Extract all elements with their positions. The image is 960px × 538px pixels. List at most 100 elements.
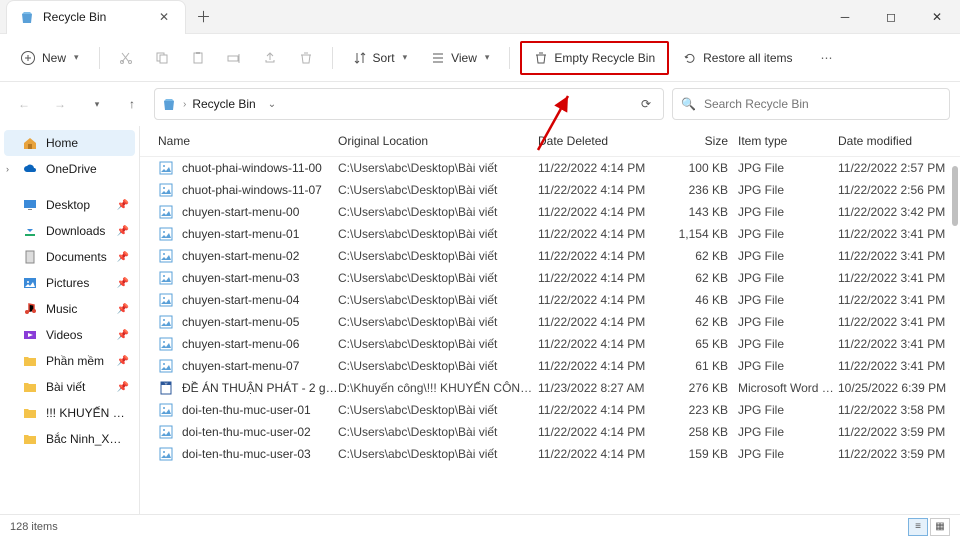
table-row[interactable]: chuyen-start-menu-02C:\Users\abc\Desktop… <box>140 245 960 267</box>
new-tab-button[interactable]: ＋ <box>186 6 221 27</box>
table-row[interactable]: doi-ten-thu-muc-user-02C:\Users\abc\Desk… <box>140 421 960 443</box>
share-button[interactable] <box>254 44 286 72</box>
file-size: 276 KB <box>678 381 738 395</box>
forward-button[interactable]: → <box>46 90 74 118</box>
restore-all-button[interactable]: Restore all items <box>673 45 802 71</box>
rename-button[interactable] <box>218 44 250 72</box>
file-name: chuyen-start-menu-05 <box>182 315 338 329</box>
image-file-icon <box>158 248 174 264</box>
thumbnails-view-button[interactable]: ▦ <box>930 518 950 536</box>
file-deleted: 11/22/2022 4:14 PM <box>538 337 678 351</box>
chevron-down-icon: ▾ <box>74 52 79 63</box>
sidebar-item-downloads[interactable]: Downloads📌 <box>0 218 139 244</box>
minimize-button[interactable]: ─ <box>822 0 868 34</box>
table-row[interactable]: chuyen-start-menu-01C:\Users\abc\Desktop… <box>140 223 960 245</box>
pin-icon[interactable]: 📌 <box>117 252 129 263</box>
empty-recycle-bin-button[interactable]: Empty Recycle Bin <box>524 45 665 71</box>
pin-icon[interactable]: 📌 <box>117 330 129 341</box>
sidebar-item-pictures[interactable]: Pictures📌 <box>0 270 139 296</box>
window-controls: ─ ◻ ✕ <box>822 0 960 34</box>
tab-close-button[interactable]: ✕ <box>155 10 173 24</box>
sidebar-item-videos[interactable]: Videos📌 <box>0 322 139 348</box>
pin-icon[interactable]: 📌 <box>117 226 129 237</box>
sidebar-item-khuyencon[interactable]: !!! KHUYẾN CÔN <box>0 400 139 426</box>
more-button[interactable]: ⋯ <box>813 45 841 71</box>
view-button[interactable]: View ▾ <box>421 45 499 71</box>
file-name: chuot-phai-windows-11-00 <box>182 161 338 175</box>
up-button[interactable]: ↑ <box>118 90 146 118</box>
col-modified[interactable]: Date modified <box>838 134 958 148</box>
table-row[interactable]: chuyen-start-menu-00C:\Users\abc\Desktop… <box>140 201 960 223</box>
file-size: 61 KB <box>678 359 738 373</box>
table-row[interactable]: chuyen-start-menu-03C:\Users\abc\Desktop… <box>140 267 960 289</box>
address-dropdown[interactable]: ⌄ <box>262 99 282 110</box>
col-location[interactable]: Original Location <box>338 134 538 148</box>
col-type[interactable]: Item type <box>738 134 838 148</box>
address-row: ← → ▾ ↑ › Recycle Bin ⌄ ⟳ 🔍 <box>0 82 960 126</box>
sidebar-item-desktop[interactable]: Desktop📌 <box>0 192 139 218</box>
pin-icon[interactable]: 📌 <box>117 200 129 211</box>
image-file-icon <box>158 314 174 330</box>
delete-button[interactable] <box>290 44 322 72</box>
sidebar-item-baiviet[interactable]: Bài viết📌 <box>0 374 139 400</box>
back-button[interactable]: ← <box>10 90 38 118</box>
file-location: C:\Users\abc\Desktop\Bài viết <box>338 161 538 175</box>
pin-icon[interactable]: 📌 <box>117 382 129 393</box>
sidebar-item-onedrive[interactable]: › OneDrive <box>0 156 139 182</box>
file-size: 223 KB <box>678 403 738 417</box>
recent-button[interactable]: ▾ <box>82 90 110 118</box>
table-row[interactable]: chuyen-start-menu-07C:\Users\abc\Desktop… <box>140 355 960 377</box>
window-tab[interactable]: Recycle Bin ✕ <box>6 0 186 34</box>
paste-button[interactable] <box>182 44 214 72</box>
file-name: chuyen-start-menu-04 <box>182 293 338 307</box>
file-type: JPG File <box>738 359 838 373</box>
sidebar-item-music[interactable]: Music📌 <box>0 296 139 322</box>
sidebar-item-home[interactable]: Home <box>4 130 135 156</box>
new-button[interactable]: New ▾ <box>10 44 89 72</box>
table-row[interactable]: chuyen-start-menu-06C:\Users\abc\Desktop… <box>140 333 960 355</box>
table-row[interactable]: doi-ten-thu-muc-user-03C:\Users\abc\Desk… <box>140 443 960 465</box>
file-name: doi-ten-thu-muc-user-01 <box>182 403 338 417</box>
downloads-icon <box>22 223 38 239</box>
main-area: Home › OneDrive Desktop📌 Downloads📌 Docu… <box>0 126 960 514</box>
table-row[interactable]: chuyen-start-menu-05C:\Users\abc\Desktop… <box>140 311 960 333</box>
col-deleted[interactable]: Date Deleted <box>538 134 678 148</box>
breadcrumb-segment[interactable]: Recycle Bin <box>192 97 255 111</box>
recycle-bin-icon <box>19 9 35 25</box>
file-deleted: 11/22/2022 4:14 PM <box>538 425 678 439</box>
search-input[interactable] <box>704 97 941 111</box>
table-row[interactable]: chuot-phai-windows-11-07C:\Users\abc\Des… <box>140 179 960 201</box>
search-bar[interactable]: 🔍 <box>672 88 950 120</box>
file-location: C:\Users\abc\Desktop\Bài viết <box>338 293 538 307</box>
details-view-button[interactable]: ≡ <box>908 518 928 536</box>
chevron-right-icon[interactable]: › <box>6 164 9 174</box>
close-button[interactable]: ✕ <box>914 0 960 34</box>
refresh-button[interactable]: ⟳ <box>635 97 657 111</box>
file-location: C:\Users\abc\Desktop\Bài viết <box>338 227 538 241</box>
copy-button[interactable] <box>146 44 178 72</box>
table-row[interactable]: doi-ten-thu-muc-user-01C:\Users\abc\Desk… <box>140 399 960 421</box>
sort-button[interactable]: Sort ▾ <box>343 45 418 71</box>
table-row[interactable]: WĐỀ ÁN THUẬN PHÁT - 2 giai đoạnD:\Khuyến… <box>140 377 960 399</box>
sidebar-item-phanmem[interactable]: Phần mềm📌 <box>0 348 139 374</box>
file-location: C:\Users\abc\Desktop\Bài viết <box>338 205 538 219</box>
table-row[interactable]: chuot-phai-windows-11-00C:\Users\abc\Des… <box>140 157 960 179</box>
scrollbar[interactable] <box>952 166 958 226</box>
file-deleted: 11/22/2022 4:14 PM <box>538 403 678 417</box>
table-row[interactable]: chuyen-start-menu-04C:\Users\abc\Desktop… <box>140 289 960 311</box>
cut-button[interactable] <box>110 44 142 72</box>
col-name[interactable]: Name <box>158 134 338 148</box>
address-bar[interactable]: › Recycle Bin ⌄ ⟳ <box>154 88 664 120</box>
pin-icon[interactable]: 📌 <box>117 304 129 315</box>
pin-icon[interactable]: 📌 <box>117 278 129 289</box>
column-headers: Name Original Location Date Deleted Size… <box>140 126 960 157</box>
col-size[interactable]: Size <box>678 134 738 148</box>
pin-icon[interactable]: 📌 <box>117 356 129 367</box>
sidebar-item-bacninh[interactable]: Bắc Ninh_XDMH <box>0 426 139 452</box>
item-count: 128 items <box>10 521 58 533</box>
chevron-right-icon[interactable]: › <box>183 99 186 110</box>
sidebar-item-documents[interactable]: Documents📌 <box>0 244 139 270</box>
file-type: JPG File <box>738 447 838 461</box>
maximize-button[interactable]: ◻ <box>868 0 914 34</box>
image-file-icon <box>158 336 174 352</box>
